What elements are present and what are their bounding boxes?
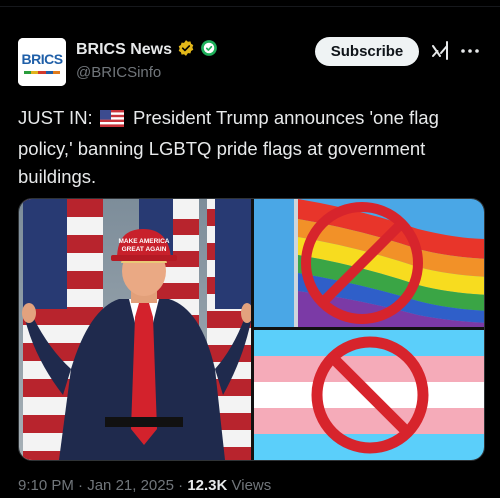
- views-label: Views: [227, 477, 272, 494]
- avatar-color-stripe: [24, 71, 61, 74]
- meta-separator: ·: [173, 477, 188, 494]
- tweet-time[interactable]: 9:10 PM: [18, 477, 74, 494]
- avatar[interactable]: BRICS: [18, 38, 66, 86]
- avatar-logo-text: BRICS: [21, 51, 63, 67]
- views-count[interactable]: 12.3K: [187, 477, 227, 494]
- tweet-date[interactable]: Jan 21, 2025: [87, 477, 174, 494]
- account-handle[interactable]: @BRICSinfo: [76, 64, 161, 81]
- cap-text-line1: MAKE AMERICA: [118, 238, 169, 245]
- tweet-meta: 9:10 PM · Jan 21, 2025 · 12.3K Views: [18, 477, 271, 494]
- verified-badge-icon: [177, 39, 195, 62]
- us-flag-emoji-icon: [99, 107, 124, 135]
- subscribe-button[interactable]: Subscribe: [315, 37, 419, 66]
- display-name[interactable]: BRICS News: [76, 41, 172, 59]
- photo-speaker-with-flags[interactable]: MAKE AMERICA GREAT AGAIN: [19, 199, 251, 460]
- more-icon[interactable]: [459, 42, 481, 60]
- grok-icon[interactable]: [430, 40, 452, 62]
- cap-text-line2: GREAT AGAIN: [122, 246, 167, 253]
- tweet-media[interactable]: MAKE AMERICA GREAT AGAIN: [18, 198, 485, 461]
- tweet-prefix: JUST IN:: [18, 107, 93, 128]
- photo-transgender-flag-banned[interactable]: [254, 330, 484, 460]
- meta-separator: ·: [73, 477, 88, 494]
- photo-rainbow-flag-banned[interactable]: [254, 199, 484, 327]
- tweet-text: JUST IN: President Trump announces 'one …: [18, 104, 478, 191]
- top-divider: [0, 6, 500, 7]
- sponsor-badge-icon: [200, 39, 218, 62]
